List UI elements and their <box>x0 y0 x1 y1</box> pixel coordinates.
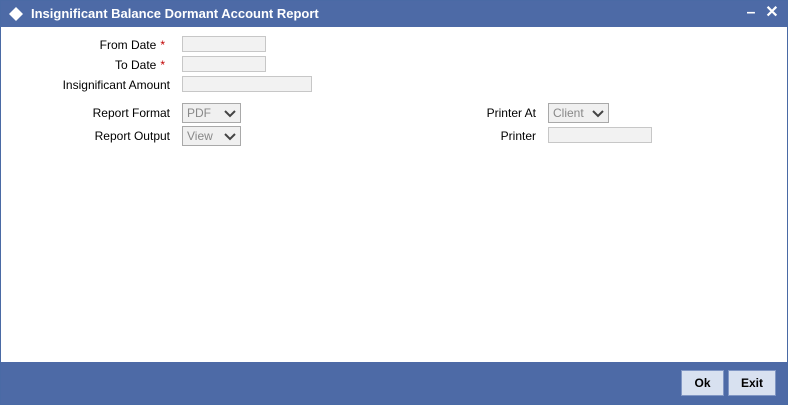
title-bar[interactable]: Insignificant Balance Dormant Account Re… <box>1 1 787 27</box>
chevron-down-icon <box>224 130 236 142</box>
required-marker: * <box>160 38 165 52</box>
close-button[interactable]: ✕ <box>763 4 781 22</box>
printer-at-value: Client <box>553 106 584 120</box>
from-date-input[interactable] <box>182 36 266 52</box>
to-date-input[interactable] <box>182 56 266 72</box>
report-format-select[interactable]: PDF <box>182 103 241 123</box>
insignificant-amount-label: Insignificant Amount <box>62 78 170 92</box>
printer-at-label: Printer At <box>486 106 536 120</box>
to-date-label-text: To Date <box>114 58 157 72</box>
report-output-value: View <box>187 129 213 143</box>
from-date-label: From Date * <box>100 37 165 53</box>
chevron-down-icon <box>592 107 604 119</box>
minimize-button[interactable]: – <box>742 4 760 22</box>
diamond-icon <box>9 7 23 21</box>
printer-at-select[interactable]: Client <box>548 103 609 123</box>
ok-button[interactable]: Ok <box>681 370 724 396</box>
report-output-label: Report Output <box>94 129 170 143</box>
footer-bar: Ok Exit <box>1 362 787 404</box>
window-title: Insignificant Balance Dormant Account Re… <box>31 6 319 21</box>
printer-label: Printer <box>500 129 536 143</box>
report-format-value: PDF <box>187 106 211 120</box>
report-format-label: Report Format <box>92 106 170 120</box>
insignificant-amount-input[interactable] <box>182 76 312 92</box>
exit-button[interactable]: Exit <box>728 370 776 396</box>
report-window: Insignificant Balance Dormant Account Re… <box>0 0 788 405</box>
report-output-select[interactable]: View <box>182 126 241 146</box>
to-date-label: To Date * <box>115 57 165 73</box>
from-date-label-text: From Date <box>99 38 157 52</box>
printer-input[interactable] <box>548 127 652 143</box>
chevron-down-icon <box>224 107 236 119</box>
required-marker: * <box>160 58 165 72</box>
